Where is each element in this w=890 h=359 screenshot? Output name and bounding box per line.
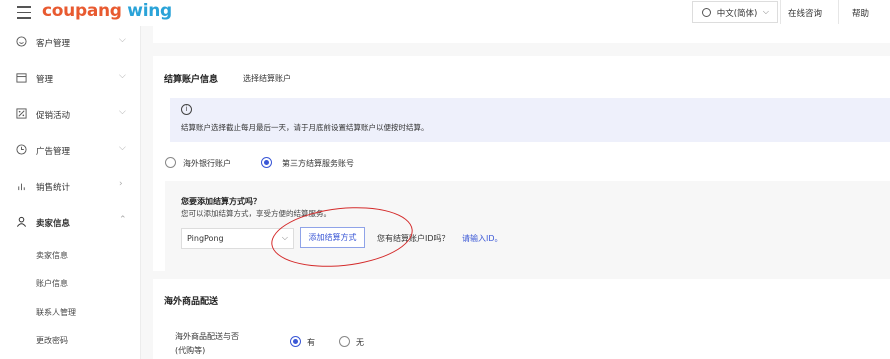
add-payment-method-button[interactable]: 添加结算方式: [300, 227, 365, 248]
radio-delivery-yes[interactable]: [290, 336, 301, 347]
divider: [780, 0, 781, 25]
language-select[interactable]: 中文(简体) ⌵: [692, 1, 778, 23]
sidebar: 客户管理 ⌵ 管理 ⌵ 促销活动 ⌵ 广告管理 ⌵ 销售统计 › 卖家信息 ⌃ …: [0, 26, 141, 359]
info-text: 结算账户选择截止每月最后一天，请于月底前设置结算账户以便按时结算。: [181, 123, 429, 132]
radio-overseas-bank[interactable]: [165, 157, 176, 168]
sidebar-item-promotion[interactable]: 促销活动 ⌵: [0, 106, 140, 126]
chevron-right-icon: ›: [119, 179, 123, 189]
delivery-question-note: (代购等): [175, 346, 206, 355]
overseas-delivery-card: 海外商品配送 海外商品配送与否 (代购等) 有 无: [153, 279, 890, 359]
sidebar-subitem-seller-info[interactable]: 卖家信息: [36, 250, 68, 261]
previous-section-card: [153, 24, 890, 43]
logo-wing: wing: [127, 1, 172, 21]
chevron-down-icon: ⌵: [119, 143, 126, 153]
add-method-subtitle: 您可以添加结算方式，享受方便的结算服务。: [181, 209, 331, 218]
sidebar-subitem-account-info[interactable]: 账户信息: [36, 278, 68, 289]
info-icon: i: [181, 104, 192, 115]
main-content: 结算账户信息 选择结算账户 i 结算账户选择截止每月最后一天，请于月底前设置结算…: [141, 24, 890, 359]
sidebar-item-ads[interactable]: 广告管理 ⌵: [0, 142, 140, 162]
divider: [838, 0, 839, 25]
radio-label: 有: [307, 338, 315, 347]
enter-id-link[interactable]: 请输入ID。: [462, 233, 503, 244]
section-title: 结算账户信息: [164, 75, 219, 85]
chevron-down-icon: ⌵: [119, 107, 126, 117]
delivery-question: 海外商品配送与否: [175, 332, 239, 341]
top-bar: coupang wing 中文(简体) ⌵ 在线咨询 帮助: [0, 0, 890, 26]
has-id-question: 您有结算账户ID吗？: [377, 234, 450, 243]
store-icon: [16, 73, 27, 83]
add-payment-method-box: 您要添加结算方式吗？ 您可以添加结算方式，享受方便的结算服务。 PingPong…: [165, 181, 890, 279]
chevron-down-icon: ⌵: [119, 35, 126, 45]
sidebar-item-manage[interactable]: 管理 ⌵: [0, 70, 140, 90]
sidebar-subitem-contacts[interactable]: 联系人管理: [36, 307, 76, 318]
chevron-down-icon: ⌵: [281, 233, 288, 242]
globe-icon: [702, 8, 711, 17]
chevron-up-icon: ⌃: [119, 215, 127, 225]
sidebar-item-customer[interactable]: 客户管理 ⌵: [0, 34, 140, 54]
sidebar-item-label: 卖家信息: [36, 219, 71, 229]
radio-label: 无: [356, 338, 364, 347]
sidebar-item-label: 销售统计: [36, 183, 71, 193]
person-icon: [16, 216, 27, 227]
sidebar-item-label: 促销活动: [36, 111, 71, 121]
sidebar-item-label: 客户管理: [36, 39, 71, 49]
help-link[interactable]: 帮助: [852, 7, 869, 19]
sidebar-subitem-change-password[interactable]: 更改密码: [36, 335, 68, 346]
choose-account-link[interactable]: 选择结算账户: [243, 73, 291, 84]
section-title: 海外商品配送: [164, 297, 219, 307]
settlement-info-box: i 结算账户选择截止每月最后一天，请于月底前设置结算账户以便按时结算。: [170, 98, 890, 142]
chevron-down-icon: ⌵: [762, 7, 769, 16]
percent-icon: [16, 108, 27, 119]
add-method-question: 您要添加结算方式吗？: [181, 197, 261, 206]
chevron-down-icon: ⌵: [119, 71, 126, 81]
smiley-icon: [16, 36, 27, 47]
radio-label: 第三方结算服务账号: [282, 159, 354, 168]
sidebar-item-label: 管理: [36, 75, 54, 85]
provider-select[interactable]: PingPong ⌵: [181, 228, 294, 249]
bar-chart-icon: [18, 183, 25, 191]
logo[interactable]: coupang wing: [42, 1, 172, 21]
menu-icon[interactable]: [17, 6, 31, 19]
sidebar-item-seller-info[interactable]: 卖家信息 ⌃: [0, 214, 140, 234]
sidebar-item-label: 广告管理: [36, 147, 71, 157]
provider-value: PingPong: [187, 234, 224, 243]
radio-delivery-no[interactable]: [339, 336, 350, 347]
clock-icon: [16, 144, 27, 155]
radio-label: 海外银行账户: [183, 159, 231, 168]
language-label: 中文(简体): [716, 9, 758, 19]
online-consult-link[interactable]: 在线咨询: [788, 7, 822, 19]
sidebar-item-sales-stats[interactable]: 销售统计 ›: [0, 178, 140, 198]
radio-third-party[interactable]: [261, 157, 272, 168]
logo-coupang: coupang: [42, 1, 122, 21]
